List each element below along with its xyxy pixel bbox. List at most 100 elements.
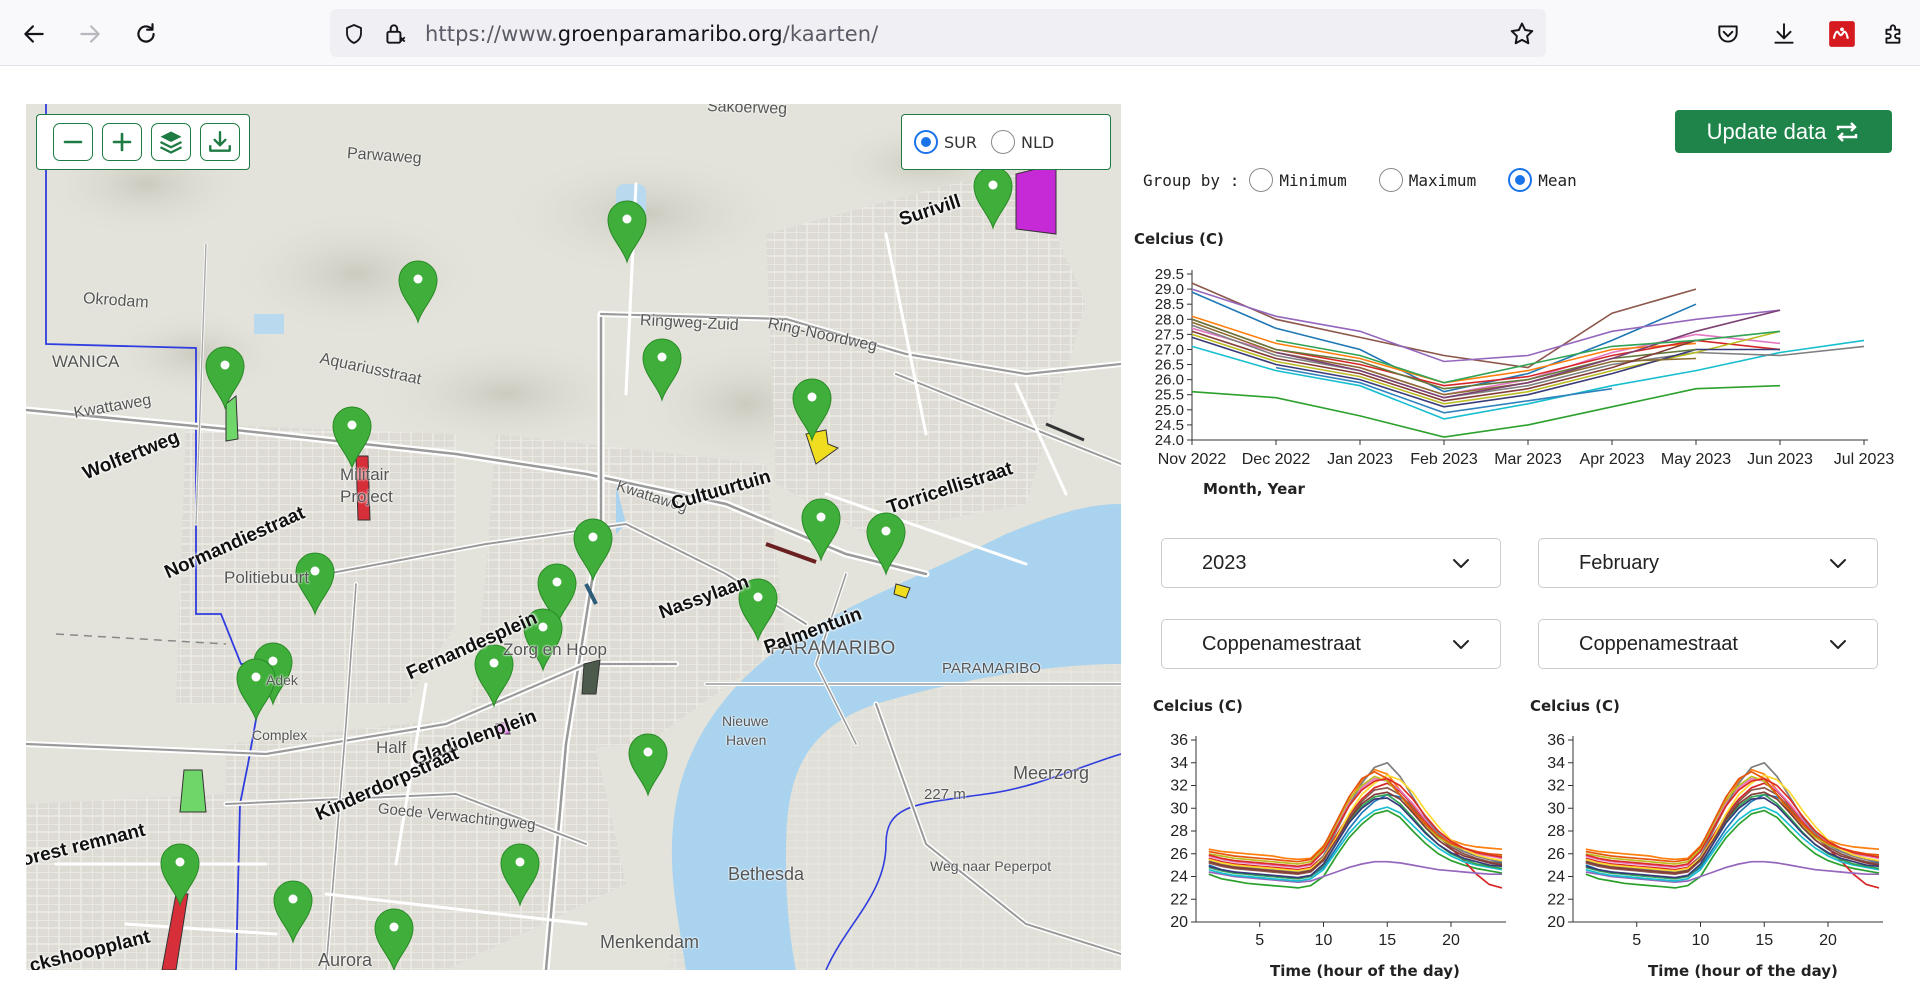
puzzle-icon: [1885, 24, 1901, 44]
address-bar[interactable]: https://www.groenparamaribo.org/kaarten/: [330, 9, 1546, 57]
shield-icon: [346, 24, 362, 44]
radio-sur[interactable]: [914, 130, 938, 154]
star-icon[interactable]: [1508, 20, 1536, 48]
layers-icon: [159, 131, 183, 154]
chevron-down-icon: [1830, 640, 1846, 649]
arrow-left-icon: [24, 25, 44, 43]
groupby-option-minimum[interactable]: Minimum: [1249, 168, 1347, 192]
place-label: WANICA: [52, 352, 120, 371]
arrow-right-icon: [80, 25, 100, 43]
station-select-right[interactable]: Coppenamestraat: [1538, 619, 1878, 669]
forward-button[interactable]: [70, 14, 110, 54]
place-label: Weg naar Peperpot: [930, 858, 1052, 874]
place-label: Complex: [252, 727, 308, 743]
radio-minimum[interactable]: [1249, 168, 1274, 192]
x-tick-label: Dec 2022: [1242, 451, 1311, 468]
y-tick-label: 26.0: [1155, 372, 1184, 389]
y-tick-label: 22: [1547, 891, 1565, 908]
group-by-control: Group by : Minimum Maximum Mean: [1143, 168, 1599, 192]
map-toolbar: [36, 114, 250, 170]
map-view[interactable]: Sakoerweg Parwaweg Okrodam WANICA Kwattaweg A…: [26, 104, 1121, 970]
y-tick-label: 27.0: [1155, 341, 1184, 358]
y-tick-label: 28: [1170, 823, 1188, 840]
update-data-button[interactable]: Update data: [1675, 110, 1892, 153]
radio-mean[interactable]: [1508, 168, 1533, 192]
y-tick-label: 36: [1170, 732, 1188, 749]
lang-option-nld[interactable]: NLD: [990, 130, 1055, 154]
y-tick-label: 29.5: [1155, 266, 1184, 283]
y-tick-label: 30: [1547, 800, 1565, 817]
downloads-button[interactable]: [1764, 14, 1804, 54]
radio-nld[interactable]: [990, 130, 1015, 154]
groupby-label-minimum: Minimum: [1279, 170, 1347, 190]
place-label: 227 m: [924, 786, 966, 803]
url-domain: groenparamaribo.org: [557, 22, 783, 46]
reload-button[interactable]: [126, 14, 166, 54]
year-select[interactable]: 2023: [1161, 538, 1501, 588]
groupby-option-mean[interactable]: Mean: [1508, 168, 1577, 192]
series-line: [1191, 330, 1697, 402]
place-label: Half: [376, 738, 407, 757]
y-tick-label: 32: [1547, 778, 1565, 795]
x-tick-label: Jan 2023: [1327, 451, 1393, 468]
y-tick-label: 22: [1170, 891, 1188, 908]
update-data-label: Update data: [1706, 118, 1827, 144]
y-tick-label: 26.5: [1155, 357, 1184, 374]
x-tick-label: 5: [1632, 932, 1641, 949]
year-select-value: 2023: [1202, 551, 1247, 574]
y-tick-label: 26: [1170, 846, 1188, 863]
place-label: Zorg en Hoop: [503, 640, 607, 659]
y-tick-label: 24.0: [1155, 432, 1184, 449]
y-tick-label: 32: [1170, 778, 1188, 795]
refresh-icon: [1837, 121, 1858, 142]
zoom-in-button[interactable]: [102, 123, 142, 161]
group-by-label: Group by :: [1143, 170, 1240, 190]
extension-button[interactable]: [1822, 14, 1862, 54]
y-tick-label: 34: [1170, 755, 1188, 772]
y-tick-label: 25.0: [1155, 402, 1184, 419]
y-tick-label: 34: [1547, 755, 1565, 772]
zoom-out-button[interactable]: [53, 123, 93, 161]
month-select-value: February: [1579, 551, 1660, 574]
x-tick-label: Jun 2023: [1747, 451, 1813, 468]
x-tick-label: Feb 2023: [1410, 451, 1478, 468]
layers-button[interactable]: [151, 123, 191, 161]
x-tick-label: Apr 2023: [1580, 451, 1645, 468]
lang-label-sur: SUR: [944, 132, 977, 152]
y-tick-label: 27.5: [1155, 326, 1184, 343]
hourly-temperature-chart-right: 20 22 24 26 28 30 32 34 36 5 10 15 20: [1547, 732, 1883, 949]
back-button[interactable]: [14, 14, 54, 54]
hourly-temperature-chart-left: 20 22 24 26 28 30 32 34 36 5 10 15 20: [1170, 732, 1506, 949]
extensions-button[interactable]: [1874, 14, 1914, 54]
series-line: [1191, 291, 1697, 393]
y-tick-label: 30: [1170, 800, 1188, 817]
plus-icon: [112, 132, 132, 152]
hourly-chart-right-ylabel: Celcius (C): [1530, 697, 1620, 715]
minus-icon: [63, 140, 83, 144]
radio-maximum[interactable]: [1378, 168, 1403, 192]
x-tick-label: 20: [1819, 932, 1837, 949]
url-text[interactable]: https://www.groenparamaribo.org/kaarten/: [425, 22, 878, 46]
y-tick-label: 24: [1547, 869, 1565, 886]
place-label: Project: [340, 487, 393, 506]
x-tick-label: May 2023: [1661, 451, 1731, 468]
y-tick-label: 20: [1547, 914, 1565, 931]
y-tick-label: 36: [1547, 732, 1565, 749]
y-tick-label: 28.0: [1155, 311, 1184, 328]
place-label: Adek: [266, 672, 298, 688]
lang-label-nld: NLD: [1020, 132, 1055, 152]
place-label: PARAMARIBO: [942, 660, 1041, 677]
pocket-button[interactable]: [1708, 14, 1748, 54]
y-tick-label: 28.5: [1155, 296, 1184, 313]
groupby-option-maximum[interactable]: Maximum: [1378, 168, 1477, 192]
x-tick-label: 15: [1755, 932, 1773, 949]
lang-option-sur[interactable]: SUR: [914, 130, 977, 154]
station-select-left[interactable]: Coppenamestraat: [1161, 619, 1501, 669]
y-tick-label: 24: [1170, 869, 1188, 886]
monthly-chart-ylabel: Celcius (C): [1134, 230, 1224, 248]
pocket-icon: [1718, 25, 1738, 43]
groupby-label-maximum: Maximum: [1408, 170, 1477, 190]
place-label: Politiebuurt: [224, 568, 310, 587]
download-map-button[interactable]: [200, 123, 240, 161]
month-select[interactable]: February: [1538, 538, 1878, 588]
